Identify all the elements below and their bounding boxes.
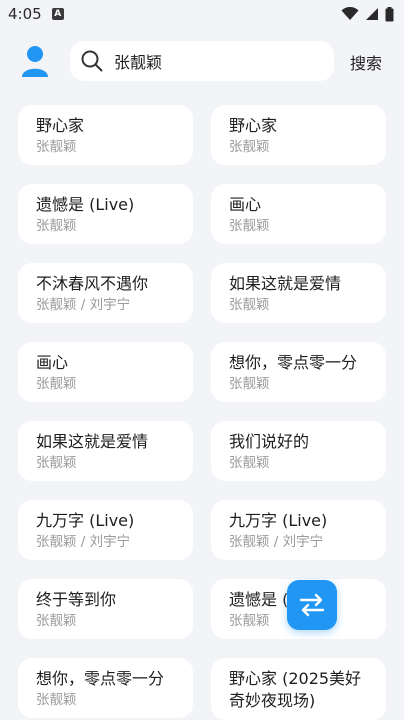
signal-icon [366, 8, 378, 20]
song-title: 如果这就是爱情 [36, 432, 149, 451]
song-artist: 张靓颖 [36, 692, 77, 708]
song-card[interactable]: 想你，零点零一分 张靓颖 [211, 342, 386, 402]
song-artist: 张靓颖 [229, 139, 270, 155]
search-query-text[interactable]: 张靓颖 [114, 49, 162, 73]
song-card[interactable]: 画心 张靓颖 [211, 184, 386, 244]
battery-icon [385, 6, 394, 21]
song-artist: 张靓颖 [36, 613, 77, 629]
song-artist: 张靓颖 [36, 376, 77, 392]
swap-arrows-icon [299, 593, 325, 617]
search-header: 张靓颖 搜索 [0, 40, 404, 82]
song-artist: 张靓颖 / 刘宇宁 [36, 534, 131, 550]
song-title: 野心家 (2025美好奇妙夜现场) [229, 669, 362, 710]
user-avatar-icon[interactable] [20, 44, 50, 78]
song-artist: 张靓颖 [229, 297, 270, 313]
status-bar: 4:05 A [0, 0, 404, 28]
song-title: 野心家 [36, 116, 85, 135]
song-artist: 张靓颖 / 刘宇宁 [36, 297, 131, 313]
song-artist: 张靓颖 [229, 218, 270, 234]
song-title: 九万字 (Live) [229, 511, 328, 530]
wifi-icon [341, 7, 359, 20]
song-card[interactable]: 九万字 (Live) 张靓颖 / 刘宇宁 [211, 500, 386, 560]
search-icon [81, 50, 103, 72]
song-card[interactable]: 终于等到你 张靓颖 [18, 579, 193, 639]
song-card[interactable]: 野心家 (2025美好奇妙夜现场) [211, 658, 386, 720]
song-title: 想你，零点零一分 [36, 669, 165, 688]
song-title: 野心家 [229, 116, 278, 135]
song-artist: 张靓颖 / 刘宇宁 [229, 534, 324, 550]
song-card[interactable]: 野心家 张靓颖 [18, 105, 193, 165]
song-title: 终于等到你 [36, 590, 117, 609]
song-title: 画心 [229, 195, 262, 214]
song-artist: 张靓颖 [36, 455, 77, 471]
song-artist: 张靓颖 [229, 455, 270, 471]
song-title: 如果这就是爱情 [229, 274, 342, 293]
status-time: 4:05 [8, 5, 42, 23]
song-card[interactable]: 野心家 张靓颖 [211, 105, 386, 165]
song-title: 九万字 (Live) [36, 511, 135, 530]
song-card[interactable]: 九万字 (Live) 张靓颖 / 刘宇宁 [18, 500, 193, 560]
song-artist: 张靓颖 [36, 218, 77, 234]
song-card[interactable]: 遗憾是 (Live) 张靓颖 [18, 184, 193, 244]
notification-badge-icon: A [51, 8, 64, 20]
song-card[interactable]: 想你，零点零一分 张靓颖 [18, 658, 193, 718]
song-card[interactable]: 如果这就是爱情 张靓颖 [211, 263, 386, 323]
song-card[interactable]: 画心 张靓颖 [18, 342, 193, 402]
swap-fab-button[interactable] [287, 580, 337, 630]
song-title: 想你，零点零一分 [229, 353, 358, 372]
song-title: 我们说好的 [229, 432, 310, 451]
song-artist: 张靓颖 [229, 376, 270, 392]
song-card[interactable]: 不沐春风不遇你 张靓颖 / 刘宇宁 [18, 263, 193, 323]
song-artist: 张靓颖 [36, 139, 77, 155]
song-title: 遗憾是 (Live) [36, 195, 135, 214]
search-input[interactable]: 张靓颖 [70, 41, 334, 81]
search-button[interactable]: 搜索 [350, 50, 382, 74]
song-title: 画心 [36, 353, 69, 372]
status-icons [341, 6, 394, 22]
song-card[interactable]: 如果这就是爱情 张靓颖 [18, 421, 193, 481]
song-card[interactable]: 我们说好的 张靓颖 [211, 421, 386, 481]
song-title: 不沐春风不遇你 [36, 274, 149, 293]
app-screen: 4:05 A 张靓颖 搜索 野心家 张靓颖 野心家 张靓颖 遗憾是 (Live)… [0, 0, 404, 720]
